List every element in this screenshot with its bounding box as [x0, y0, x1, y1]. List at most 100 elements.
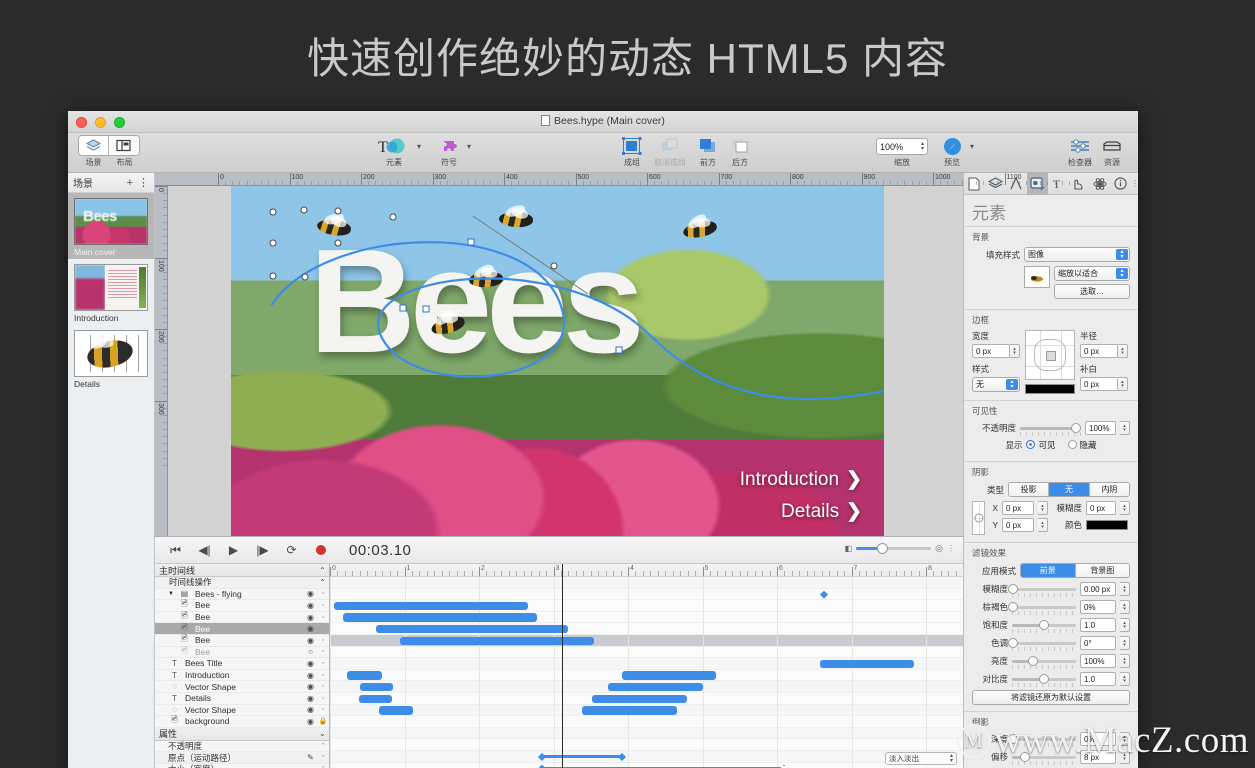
opacity-slider[interactable]: [1020, 422, 1081, 436]
chevron-updown-icon[interactable]: ▴ ▾: [1006, 379, 1018, 390]
zoom-stepper-arrows[interactable]: ▴ ▾: [921, 141, 924, 152]
layer-visibility-toggle[interactable]: ◉: [304, 717, 317, 726]
timeline-zoom-slider[interactable]: [856, 542, 932, 554]
timeline-animation-bar[interactable]: [360, 683, 393, 692]
layer-visibility-toggle[interactable]: ◉: [304, 682, 317, 691]
timeline-layer-row[interactable]: T Details ◉ ▫: [155, 693, 329, 705]
timeline-animation-bar[interactable]: [592, 694, 687, 703]
timeline-track[interactable]: [330, 716, 963, 728]
layer-visibility-toggle[interactable]: ◉: [304, 589, 317, 598]
timeline-layer-row[interactable]: 🖻 Bee ○ ▫: [155, 646, 329, 659]
shadow-x-field[interactable]: 0 px: [1002, 501, 1034, 515]
filter-value[interactable]: 1.0: [1080, 618, 1116, 632]
border-color-swatch[interactable]: [1025, 384, 1075, 394]
opacity-field[interactable]: 100%: [1085, 421, 1116, 435]
layer-visibility-toggle[interactable]: ◉: [304, 601, 317, 610]
selection-handle[interactable]: [334, 207, 342, 215]
shadow-type-none[interactable]: 无: [1049, 483, 1090, 496]
group-button[interactable]: 成组: [616, 136, 648, 168]
filter-value[interactable]: 0°: [1080, 636, 1116, 650]
layer-lock-toggle[interactable]: ▫: [317, 660, 329, 667]
play-button[interactable]: ▶: [219, 540, 248, 560]
layer-visibility-toggle[interactable]: ○: [304, 647, 317, 656]
bee-element[interactable]: [681, 218, 719, 241]
selection-handle[interactable]: [269, 239, 277, 247]
filter-slider[interactable]: [1008, 637, 1076, 651]
timeline-track[interactable]: [330, 647, 963, 659]
shadow-type-inner[interactable]: 内阴: [1089, 483, 1129, 496]
layer-lock-toggle[interactable]: ▫: [317, 590, 329, 597]
chevron-updown-icon[interactable]: ▴ ▾: [1116, 268, 1128, 279]
shadow-y-field[interactable]: 0 px: [1002, 518, 1034, 532]
selection-handle[interactable]: [300, 206, 308, 214]
layer-visibility-toggle[interactable]: ◉: [304, 694, 317, 703]
filter-stepper[interactable]: ▴ ▾: [1120, 654, 1130, 668]
bees-title-element[interactable]: Bees: [309, 227, 645, 375]
layer-lock-toggle[interactable]: 🔒: [317, 717, 329, 725]
tab-actions[interactable]: [1068, 173, 1089, 195]
timeline-track[interactable]: [330, 589, 963, 601]
scene-item-details[interactable]: Details: [68, 325, 154, 391]
selection-handle[interactable]: [301, 273, 309, 281]
scene-layout-segmented[interactable]: [78, 135, 140, 156]
timeline-tracks[interactable]: 0 1 2 3 4 5 6 7 8 淡入淡出 ▴ ▾: [330, 564, 963, 768]
timeline-animation-bar[interactable]: [359, 694, 392, 703]
timeline-layer-row[interactable]: 🖻 background ◉ 🔒: [155, 715, 329, 728]
go-to-start-button[interactable]: ⏮: [161, 540, 190, 560]
display-visible-radio[interactable]: 可见: [1026, 439, 1056, 451]
layer-lock-toggle[interactable]: ▫: [317, 706, 329, 713]
timeline-main-header[interactable]: 主时间线 ⌃: [155, 564, 329, 577]
tab-document[interactable]: [964, 173, 985, 195]
add-scene-icon[interactable]: +: [127, 177, 133, 189]
elements-chevron-down-icon[interactable]: ▾: [417, 136, 421, 168]
preview-button[interactable]: 预览: [936, 136, 968, 168]
motion-path-icon[interactable]: ✎: [304, 753, 317, 762]
bring-front-button[interactable]: 前方: [692, 136, 724, 168]
symbol-button[interactable]: 符号: [433, 136, 465, 168]
timeline-ruler[interactable]: 0 1 2 3 4 5 6 7 8: [330, 564, 963, 577]
layer-visibility-toggle[interactable]: ◉: [304, 613, 317, 622]
horizontal-ruler[interactable]: 0 100 200 300 400 500 600 700 800 900 1000 1100: [155, 173, 1070, 186]
timeline-animation-bar[interactable]: [347, 671, 382, 680]
details-link[interactable]: Details ❯: [740, 496, 862, 527]
timeline-layer-row[interactable]: T Bees Title ◉ ▫: [155, 658, 329, 670]
border-padding-field[interactable]: 0 px: [1080, 377, 1118, 391]
filter-slider[interactable]: [1008, 583, 1076, 597]
selection-handle[interactable]: [269, 208, 277, 216]
timeline-layer-row[interactable]: T Introduction ◉ ▫: [155, 670, 329, 682]
filter-stepper[interactable]: ▴ ▾: [1120, 618, 1130, 632]
scenes-menu-icon[interactable]: ⋮: [138, 176, 149, 189]
timeline-animation-bar[interactable]: [820, 659, 914, 669]
ungroup-button[interactable]: 取消成组: [648, 136, 692, 168]
choose-image-button[interactable]: 选取…: [1054, 284, 1130, 299]
tab-element[interactable]: [1026, 172, 1048, 195]
background-image-element[interactable]: Bees Introduction ❯ Details ❯: [231, 186, 884, 536]
border-width-field[interactable]: 0 px: [972, 344, 1010, 358]
filter-value[interactable]: 100%: [1080, 654, 1116, 668]
vertical-ruler[interactable]: 0 100 200 300: [155, 186, 168, 536]
reset-filters-button[interactable]: 将滤镜还原为默认设置: [972, 690, 1130, 705]
filter-stepper[interactable]: ▴ ▾: [1120, 600, 1130, 614]
timeline-track[interactable]: [330, 751, 963, 763]
property-menu-icon[interactable]: ⌃: [317, 742, 329, 750]
timeline-property-row[interactable]: 原点（运动路径） ✎ ⌃: [155, 752, 329, 764]
selection-handle[interactable]: [334, 239, 342, 247]
property-menu-icon[interactable]: ⌃: [317, 754, 329, 762]
timeline-layer-row[interactable]: ◌ Vector Shape ◉ ▫: [155, 681, 329, 693]
timeline-properties-header[interactable]: 属性 ⌄: [155, 727, 329, 741]
timeline-track-area[interactable]: [330, 577, 963, 768]
filter-apply-background[interactable]: 背景图: [1075, 564, 1129, 577]
loop-button[interactable]: ⟳: [277, 540, 306, 560]
filter-slider[interactable]: [1012, 673, 1076, 687]
selection-handle[interactable]: [269, 272, 277, 280]
layer-visibility-toggle[interactable]: ◉: [304, 659, 317, 668]
timeline-track[interactable]: [330, 727, 963, 740]
symbol-chevron-down-icon[interactable]: ▾: [467, 136, 471, 168]
inspector-overflow-icon[interactable]: ⋮: [1131, 179, 1138, 188]
path-control-handle[interactable]: [615, 346, 623, 354]
border-sides-picker[interactable]: [1025, 330, 1075, 380]
layer-visibility-toggle[interactable]: ◉: [304, 705, 317, 714]
tab-scene[interactable]: [985, 173, 1006, 195]
scene-view-button[interactable]: [79, 136, 109, 155]
filter-value[interactable]: 0.00 px: [1080, 582, 1116, 596]
